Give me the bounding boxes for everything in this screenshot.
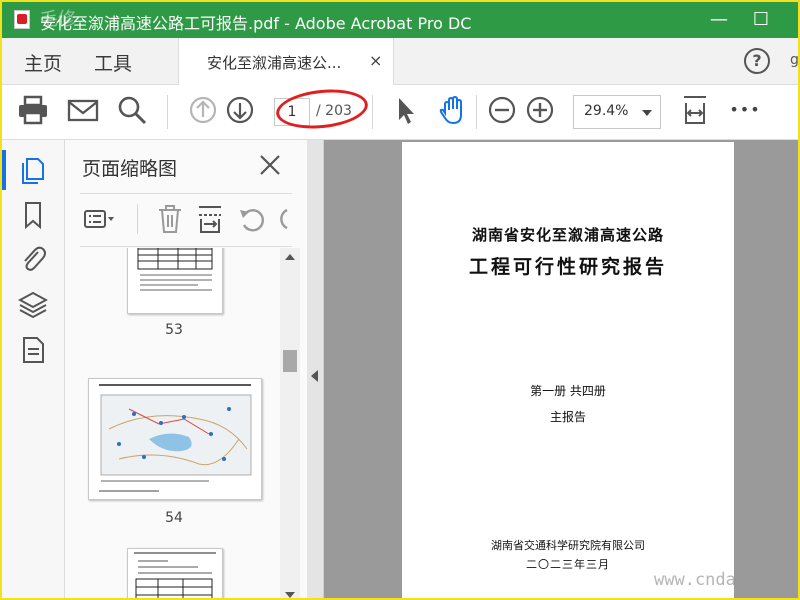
maximize-button[interactable]: ☐ bbox=[746, 8, 776, 32]
menu-bar: 主页 工具 ? g bbox=[2, 38, 798, 85]
document-page: 湖南省安化至溆浦高速公路 工程可行性研究报告 第一册 共四册 主报告 湖南省交通… bbox=[402, 142, 734, 598]
close-icon[interactable] bbox=[257, 152, 283, 178]
next-page-icon[interactable] bbox=[223, 93, 257, 127]
chevron-down-icon bbox=[642, 110, 652, 116]
layers-icon[interactable] bbox=[18, 290, 48, 320]
scroll-up-icon[interactable] bbox=[285, 254, 295, 260]
panel-title: 页面缩略图 bbox=[82, 158, 178, 180]
document-tab-label: 安化至溆浦高速公... bbox=[207, 54, 342, 72]
toolbar-divider bbox=[476, 95, 477, 129]
thumbnail-label-53: 53 bbox=[165, 322, 183, 338]
document-view[interactable]: 湖南省安化至溆浦高速公路 工程可行性研究报告 第一册 共四册 主报告 湖南省交通… bbox=[324, 140, 798, 598]
scroll-down-icon[interactable] bbox=[285, 592, 295, 598]
menu-home[interactable]: 主页 bbox=[24, 49, 62, 76]
menu-tools[interactable]: 工具 bbox=[94, 49, 132, 76]
page-content-icon[interactable] bbox=[18, 335, 48, 365]
edge-glyph: g bbox=[790, 52, 799, 68]
help-icon[interactable]: ? bbox=[744, 48, 770, 74]
thumbnail-53-content bbox=[137, 248, 213, 291]
document-volume: 第一册 共四册 bbox=[530, 384, 606, 398]
email-icon[interactable] bbox=[66, 93, 100, 127]
previous-page-icon[interactable] bbox=[186, 93, 220, 127]
title-bar: 安化至溆浦高速公路工可报告.pdf - Adobe Acrobat Pro DC… bbox=[2, 2, 798, 38]
panel-collapse-handle[interactable] bbox=[307, 140, 324, 598]
thumbnail-page-54[interactable] bbox=[88, 378, 262, 500]
zoom-level-value: 29.4% bbox=[584, 103, 629, 119]
rotate-counterclockwise-icon[interactable] bbox=[235, 202, 269, 236]
watermark-top-left: 毛修 bbox=[40, 9, 76, 30]
scrollbar-thumb[interactable] bbox=[283, 350, 297, 372]
fit-page-icon[interactable] bbox=[678, 93, 712, 127]
attachment-icon[interactable] bbox=[18, 244, 48, 274]
document-subtitle: 主报告 bbox=[549, 410, 586, 424]
thumbnail-page-55[interactable] bbox=[127, 548, 223, 598]
zoom-out-icon[interactable] bbox=[485, 93, 519, 127]
document-tab[interactable]: 安化至溆浦高速公... × bbox=[178, 38, 394, 85]
toolbar-divider bbox=[372, 95, 373, 129]
panel-divider bbox=[80, 246, 292, 247]
thumbnail-options-icon[interactable] bbox=[82, 202, 116, 236]
zoom-in-icon[interactable] bbox=[523, 93, 557, 127]
panel-tool-divider bbox=[137, 204, 138, 234]
navigation-rail bbox=[2, 140, 65, 598]
hand-tool-icon[interactable] bbox=[436, 93, 470, 127]
thumbnail-label-54: 54 bbox=[165, 510, 183, 526]
acrobat-app-icon bbox=[14, 10, 30, 29]
search-icon[interactable] bbox=[115, 93, 149, 127]
insert-page-icon[interactable] bbox=[193, 202, 227, 236]
document-publisher: 湖南省交通科学研究院有限公司 bbox=[491, 539, 645, 552]
minimize-button[interactable]: — bbox=[704, 8, 734, 32]
thumbnail-scrollbar[interactable] bbox=[280, 248, 300, 598]
window-title: 安化至溆浦高速公路工可报告.pdf - Adobe Acrobat Pro DC bbox=[40, 14, 472, 33]
thumbnail-list: 53 54 bbox=[65, 248, 280, 598]
thumbnail-54-content bbox=[99, 384, 252, 492]
document-title-line1: 湖南省安化至溆浦高速公路 bbox=[471, 226, 664, 244]
document-tab-close-icon[interactable]: × bbox=[369, 51, 382, 70]
delete-page-icon[interactable] bbox=[153, 202, 187, 236]
app-window: 安化至溆浦高速公路工可报告.pdf - Adobe Acrobat Pro DC… bbox=[0, 0, 800, 600]
toolbar-divider bbox=[167, 95, 168, 129]
thumbnail-page-53[interactable] bbox=[127, 248, 223, 314]
print-icon[interactable] bbox=[16, 93, 50, 127]
select-cursor-icon[interactable] bbox=[388, 93, 422, 127]
collapse-arrow-icon bbox=[311, 370, 318, 382]
document-title-line2: 工程可行性研究报告 bbox=[468, 256, 667, 278]
page-thumbnails-icon[interactable] bbox=[18, 155, 48, 185]
active-indicator bbox=[2, 150, 6, 190]
bookmark-icon[interactable] bbox=[18, 200, 48, 230]
thumbnails-panel: 页面缩略图 53 54 bbox=[65, 140, 308, 598]
panel-divider bbox=[80, 193, 292, 194]
thumbnail-55-content bbox=[134, 552, 216, 598]
zoom-level-dropdown[interactable]: 29.4% bbox=[573, 95, 661, 129]
rotate-clockwise-icon[interactable] bbox=[273, 202, 293, 236]
toolbar: 1 / 203 ••• bbox=[2, 85, 798, 140]
more-tools-icon[interactable]: ••• bbox=[728, 100, 762, 134]
watermark-bottom-right: www.cnda bbox=[654, 570, 736, 590]
